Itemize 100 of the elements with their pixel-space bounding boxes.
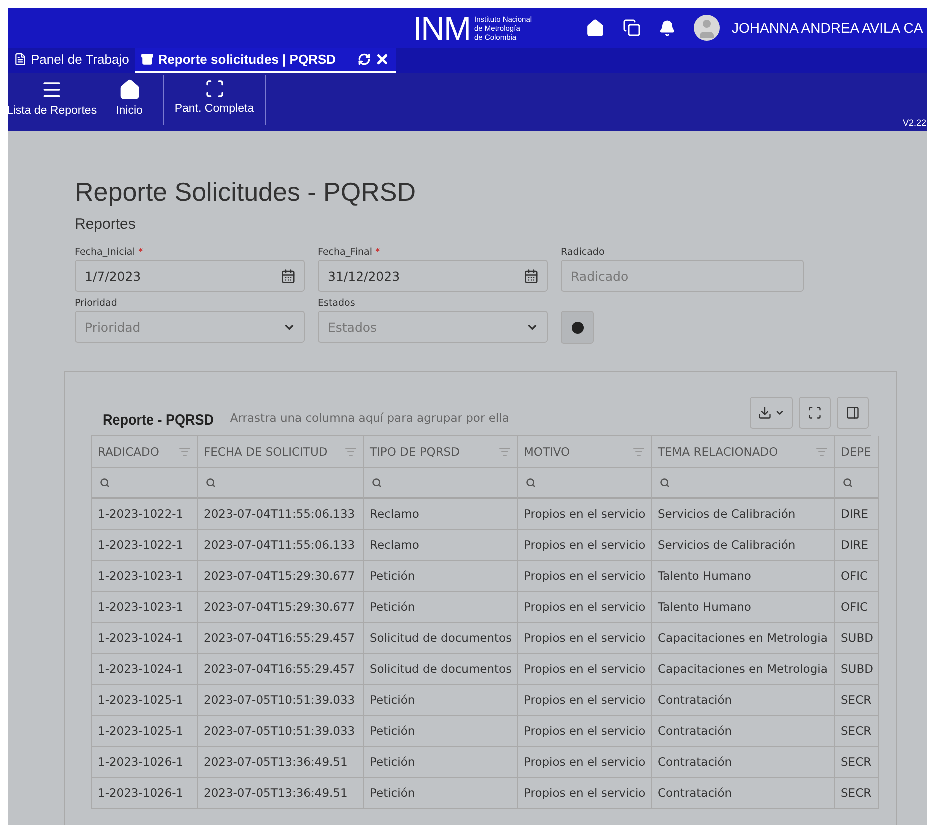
page-title: Reporte Solicitudes - PQRSD — [75, 177, 418, 208]
bell-icon[interactable] — [659, 20, 676, 36]
home-icon — [118, 79, 140, 101]
table-cell: 1-2023-1026-1 — [92, 747, 198, 778]
filter-field[interactable] — [198, 468, 364, 499]
table-cell: 1-2023-1023-1 — [92, 592, 198, 623]
table-cell: Propios en el servicio — [518, 499, 652, 530]
grid-title: Reporte - PQRSD — [103, 412, 214, 429]
table-cell: Capacitaciones en Metrologia — [652, 623, 835, 654]
table-cell: 2023-07-05T10:51:39.033 — [198, 716, 364, 747]
table-cell: Propios en el servicio — [518, 778, 652, 809]
filter-field[interactable] — [652, 468, 835, 499]
column-header[interactable]: TEMA RELACIONADO — [652, 436, 835, 468]
column-header[interactable]: DEPE — [835, 436, 879, 468]
toolbar-button[interactable]: Pant. Completa — [164, 75, 266, 125]
table-cell: SECR — [835, 716, 879, 747]
table-cell: SECR — [835, 747, 879, 778]
table-cell: 1-2023-1025-1 — [92, 685, 198, 716]
windows-icon[interactable] — [623, 19, 642, 37]
tab[interactable]: Reporte solicitudes | PQRSD — [135, 48, 396, 73]
table-cell: 1-2023-1024-1 — [92, 623, 198, 654]
column-header[interactable]: FECHA DE SOLICITUD — [198, 436, 364, 468]
filter-icon[interactable] — [179, 446, 191, 458]
table-cell: DIRE — [835, 499, 879, 530]
date-field[interactable]: 31/12/2023 — [318, 260, 548, 292]
download-icon — [758, 406, 772, 420]
table-cell: 1-2023-1022-1 — [92, 499, 198, 530]
table-cell: Solicitud de documentos — [364, 654, 518, 685]
column-header[interactable]: MOTIVO — [518, 436, 652, 468]
calendar-icon — [281, 268, 296, 284]
table-cell: 2023-07-04T16:55:29.457 — [198, 654, 364, 685]
table-cell: 2023-07-04T15:29:30.677 — [198, 561, 364, 592]
table-cell: Petición — [364, 716, 518, 747]
filter-icon[interactable] — [816, 446, 828, 458]
table-cell: Talento Humano — [652, 592, 835, 623]
table-cell: Contratación — [652, 747, 835, 778]
table-cell: Reclamo — [364, 530, 518, 561]
document-icon — [14, 53, 27, 66]
table-cell: 1-2023-1026-1 — [92, 778, 198, 809]
toolbar-button[interactable]: Inicio — [96, 75, 164, 125]
table-cell: Talento Humano — [652, 561, 835, 592]
close-icon[interactable] — [375, 52, 390, 67]
column-header[interactable]: TIPO DE PQRSD — [364, 436, 518, 468]
table-cell: Contratación — [652, 685, 835, 716]
table-cell: Contratación — [652, 716, 835, 747]
filter-field[interactable] — [364, 468, 518, 499]
page-subtitle: Reportes — [75, 216, 137, 233]
caret-icon — [775, 408, 785, 418]
version-label: V2.22. — [902, 118, 927, 128]
table-cell: 2023-07-04T11:55:06.133 — [198, 499, 364, 530]
table-cell: Solicitud de documentos — [364, 623, 518, 654]
home-icon[interactable] — [586, 18, 606, 38]
table-cell: Propios en el servicio — [518, 530, 652, 561]
table-cell: OFIC — [835, 592, 879, 623]
table-cell: 1-2023-1023-1 — [92, 561, 198, 592]
column-chooser-button[interactable] — [837, 397, 869, 429]
table-cell: SECR — [835, 685, 879, 716]
table-cell: 1-2023-1025-1 — [92, 716, 198, 747]
table-cell: 2023-07-05T10:51:39.033 — [198, 685, 364, 716]
tab[interactable]: Panel de Trabajo — [8, 48, 136, 73]
table-cell: Propios en el servicio — [518, 654, 652, 685]
search-icon — [526, 478, 536, 488]
export-button[interactable] — [750, 397, 793, 429]
fullscreen-button[interactable] — [799, 397, 831, 429]
table-cell: SUBD — [835, 623, 879, 654]
fullscreen-icon — [808, 406, 822, 420]
table-cell: Reclamo — [364, 499, 518, 530]
field-label: Prioridad — [75, 298, 118, 309]
dropdown-field[interactable]: Estados — [318, 311, 548, 343]
column-header[interactable]: RADICADO — [92, 436, 198, 468]
avatar-icon[interactable] — [694, 15, 720, 41]
run-button[interactable] — [561, 311, 594, 344]
table-cell: Propios en el servicio — [518, 747, 652, 778]
table-cell: Propios en el servicio — [518, 685, 652, 716]
table-cell: Capacitaciones en Metrologia — [652, 654, 835, 685]
table-cell: Petición — [364, 747, 518, 778]
filter-icon[interactable] — [633, 446, 645, 458]
user-name[interactable]: JOHANNA ANDREA AVILA CA — [732, 20, 924, 36]
table-cell: SECR — [835, 778, 879, 809]
table-cell: Petición — [364, 685, 518, 716]
table-cell: Propios en el servicio — [518, 716, 652, 747]
refresh-icon[interactable] — [358, 53, 372, 66]
dropdown-field[interactable]: Prioridad — [75, 311, 305, 343]
filter-field[interactable] — [835, 468, 879, 499]
table-cell: 2023-07-05T13:36:49.51 — [198, 778, 364, 809]
filter-field[interactable] — [92, 468, 198, 499]
field-label: Fecha_Final * — [318, 247, 382, 258]
table-cell: 2023-07-05T13:36:49.51 — [198, 747, 364, 778]
search-icon — [372, 478, 382, 488]
search-icon — [843, 478, 853, 488]
date-field[interactable]: 1/7/2023 — [75, 260, 305, 292]
filter-field[interactable] — [518, 468, 652, 499]
filter-icon[interactable] — [345, 446, 357, 458]
input-field[interactable]: Radicado — [561, 260, 804, 292]
search-icon — [660, 478, 670, 488]
toolbar-button[interactable]: Lista de Reportes — [8, 75, 96, 125]
table-cell: DIRE — [835, 530, 879, 561]
field-label: Radicado — [561, 247, 606, 258]
fullscreen-icon — [204, 79, 224, 99]
filter-icon[interactable] — [499, 446, 511, 458]
